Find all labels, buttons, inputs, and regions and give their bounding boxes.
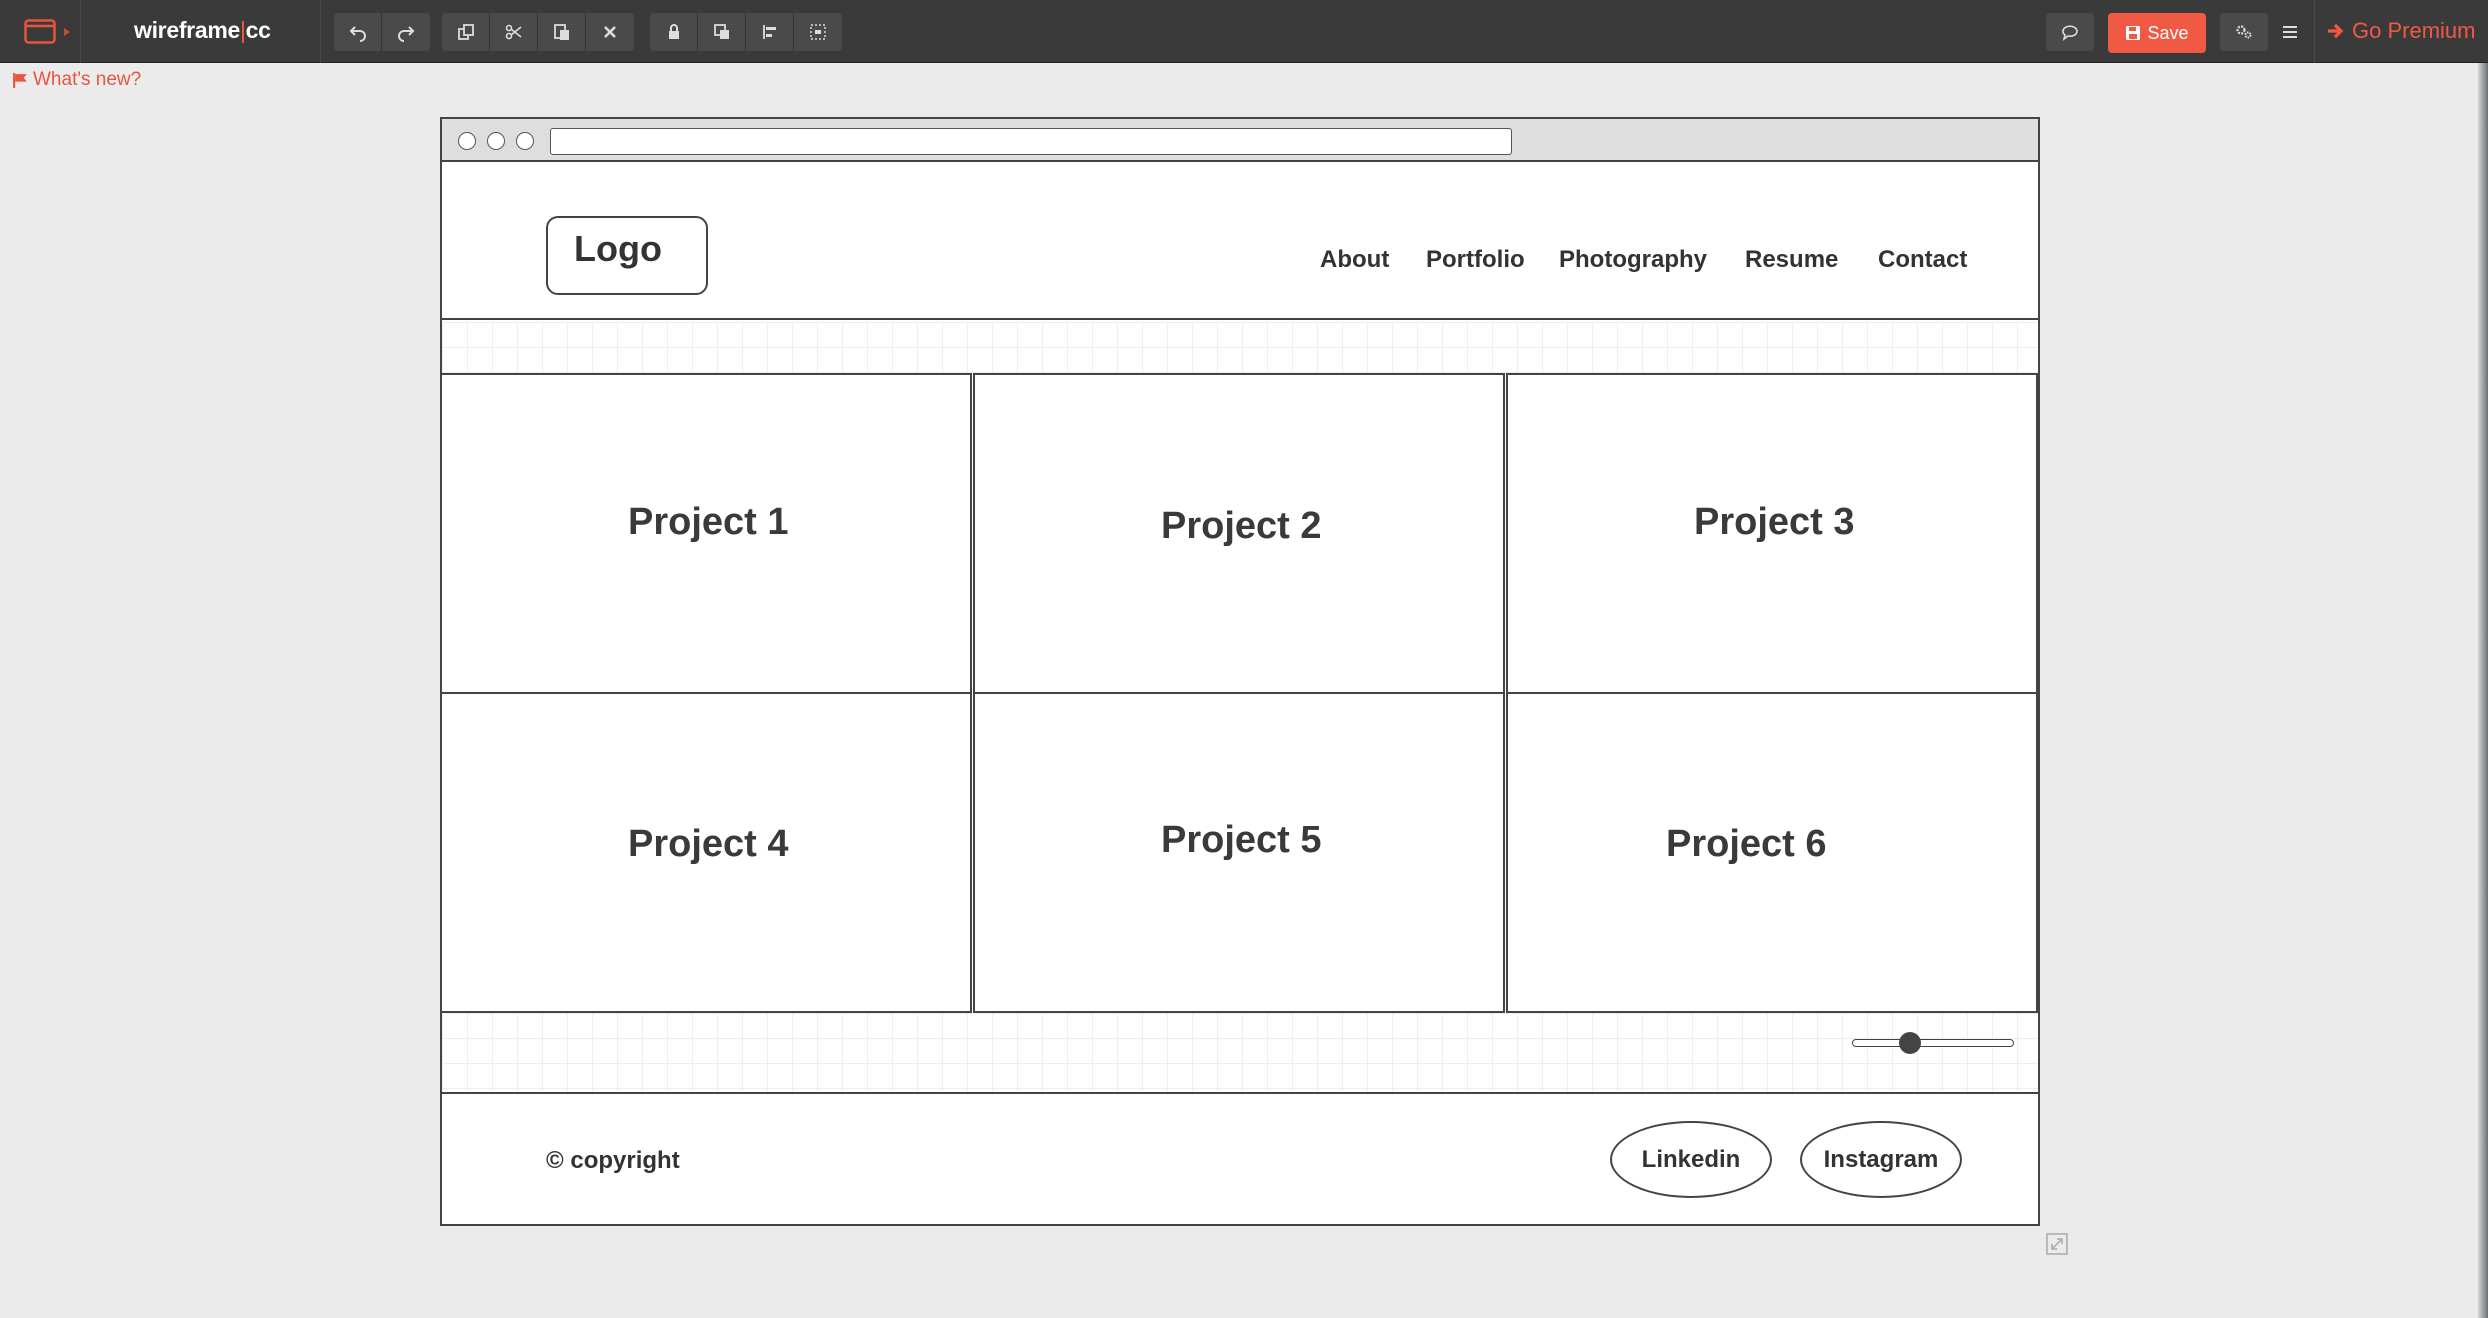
- app-menu-caret-icon[interactable]: [64, 28, 70, 36]
- group-button[interactable]: [794, 13, 842, 51]
- paste-icon: [553, 24, 569, 40]
- project-card-6[interactable]: Project 6: [1506, 692, 2038, 1013]
- browser-wireframe[interactable]: Logo About Portfolio Photography Resume …: [440, 117, 2040, 1226]
- go-premium-label: Go Premium: [2352, 18, 2476, 43]
- cut-button[interactable]: [490, 13, 538, 51]
- menu-button[interactable]: [2276, 18, 2304, 46]
- redo-button[interactable]: [382, 13, 430, 51]
- grid-spacer-top: [442, 322, 2038, 374]
- project-card-3[interactable]: Project 3: [1506, 373, 2038, 694]
- project-card-1[interactable]: Project 1: [440, 373, 972, 694]
- project-title-3: Project 3: [1694, 501, 1855, 543]
- toolbar-separator: [320, 0, 321, 63]
- project-title-5: Project 5: [1161, 819, 1322, 861]
- window-close-dot[interactable]: [458, 132, 476, 150]
- group-icon: [810, 24, 826, 40]
- flag-icon: [13, 72, 27, 88]
- top-toolbar: wireframe|cc Save Go Premium: [0, 0, 2488, 63]
- duplicate-button[interactable]: [442, 13, 490, 51]
- undo-icon: [349, 26, 366, 42]
- toolbar-separator: [2314, 0, 2315, 63]
- undo-button[interactable]: [334, 13, 382, 51]
- arrow-right-icon: [2328, 23, 2344, 39]
- linkedin-label: Linkedin: [1641, 1145, 1741, 1173]
- lock-icon: [668, 24, 679, 39]
- nav-contact[interactable]: Contact: [1878, 246, 1967, 274]
- project-title-6: Project 6: [1666, 823, 1827, 865]
- nav-portfolio[interactable]: Portfolio: [1426, 246, 1525, 274]
- brand-text-right: cc: [245, 17, 271, 43]
- project-card-5[interactable]: Project 5: [973, 692, 1505, 1013]
- site-logo-text: Logo: [574, 228, 662, 269]
- app-window-icon[interactable]: [24, 19, 56, 44]
- align-button[interactable]: [746, 13, 794, 51]
- site-footer[interactable]: © copyright Linkedin Instagram: [442, 1092, 2038, 1224]
- redo-icon: [398, 26, 415, 42]
- project-card-4[interactable]: Project 4: [440, 692, 972, 1013]
- arrange-icon: [713, 24, 729, 39]
- browser-titlebar[interactable]: [442, 119, 2038, 162]
- site-logo-box[interactable]: Logo: [546, 216, 708, 295]
- paste-button[interactable]: [538, 13, 586, 51]
- desktop-edge: [2478, 63, 2488, 1318]
- lock-button[interactable]: [650, 13, 698, 51]
- settings-icon: [2236, 25, 2252, 39]
- nav-photography[interactable]: Photography: [1559, 246, 1707, 274]
- save-icon: [2126, 26, 2141, 40]
- go-premium-link[interactable]: Go Premium: [2326, 18, 2475, 44]
- project-card-2[interactable]: Project 2: [973, 373, 1505, 694]
- history-button-group: [334, 13, 430, 51]
- copyright-text: © copyright: [546, 1147, 680, 1174]
- url-bar[interactable]: [550, 128, 1512, 155]
- whats-new-link[interactable]: What's new?: [12, 69, 141, 91]
- arrange-button-group: [650, 13, 842, 51]
- comment-button[interactable]: [2046, 13, 2094, 51]
- duplicate-icon: [457, 24, 474, 40]
- slider-track[interactable]: [1852, 1039, 2014, 1047]
- arrange-button[interactable]: [698, 13, 746, 51]
- save-label: Save: [2147, 22, 2189, 43]
- toolbar-separator: [80, 0, 81, 63]
- resize-handle-icon[interactable]: [2046, 1233, 2068, 1255]
- brand-logo: wireframe|cc: [134, 17, 271, 44]
- delete-icon: [604, 26, 616, 38]
- settings-button[interactable]: [2220, 13, 2268, 51]
- comment-icon: [2062, 25, 2078, 41]
- linkedin-button[interactable]: Linkedin: [1610, 1121, 1772, 1198]
- site-header[interactable]: Logo About Portfolio Photography Resume …: [442, 164, 2038, 320]
- window-minimize-dot[interactable]: [487, 132, 505, 150]
- align-icon: [762, 25, 776, 39]
- menu-icon: [2283, 26, 2297, 38]
- brand-text-left: wireframe: [134, 17, 240, 43]
- project-title-2: Project 2: [1161, 505, 1322, 547]
- save-button[interactable]: Save: [2108, 13, 2206, 53]
- edit-button-group: [442, 13, 634, 51]
- whats-new-label: What's new?: [33, 69, 142, 90]
- instagram-label: Instagram: [1823, 1145, 1939, 1173]
- cut-icon: [505, 24, 521, 40]
- project-title-4: Project 4: [628, 823, 789, 865]
- grid-spacer-bottom: [442, 1013, 2038, 1092]
- window-maximize-dot[interactable]: [516, 132, 534, 150]
- nav-resume[interactable]: Resume: [1745, 246, 1838, 274]
- project-title-1: Project 1: [628, 501, 789, 543]
- nav-about[interactable]: About: [1320, 246, 1389, 274]
- instagram-button[interactable]: Instagram: [1800, 1121, 1962, 1198]
- delete-button[interactable]: [586, 13, 634, 51]
